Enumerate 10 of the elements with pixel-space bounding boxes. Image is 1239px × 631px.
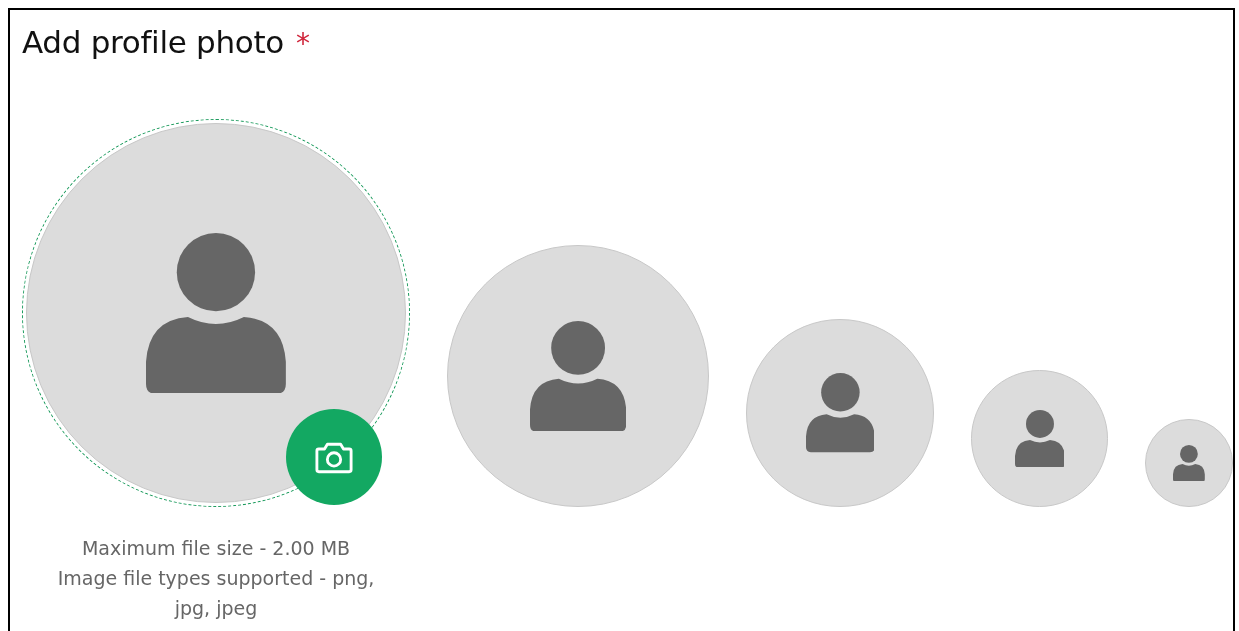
required-mark: * (295, 27, 310, 60)
hint-text: Image file types supported - png, jpg, jpeg (56, 566, 376, 621)
camera-icon (315, 440, 353, 474)
person-icon (1014, 409, 1065, 468)
hint-text: Maximum file size - 2.00 MB (80, 536, 352, 561)
person-icon (805, 373, 875, 453)
person-icon (529, 320, 627, 432)
section-title: Add profile photo (22, 24, 284, 60)
person-icon (146, 232, 286, 394)
person-icon (1173, 444, 1205, 482)
